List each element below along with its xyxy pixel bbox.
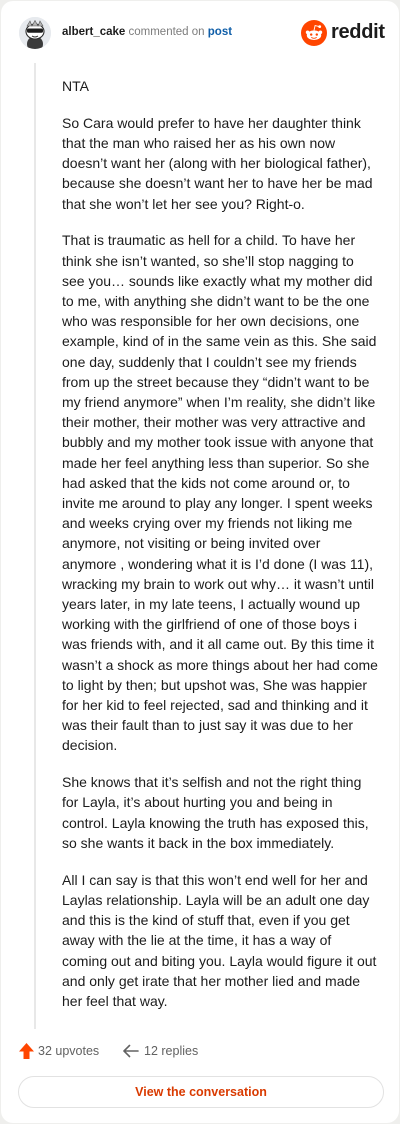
comment-card: albert_cake commented on post reddit NTA… (1, 1, 399, 1123)
replies-button[interactable]: 12 replies (122, 1041, 232, 1063)
view-conversation-button[interactable]: View the conversation (18, 1076, 384, 1108)
comment-body: NTA So Cara would prefer to have her dau… (62, 76, 378, 1028)
upvote-arrow-icon (19, 1043, 34, 1059)
comment-paragraph: All I can say is that this won’t end wel… (62, 871, 377, 1009)
upvote-button[interactable]: 32 upvotes (18, 1041, 118, 1063)
comment-paragraph: That is traumatic as hell for a child. T… (62, 232, 378, 754)
snoo-avatar-icon (19, 17, 51, 49)
username-link[interactable]: albert_cake (62, 26, 125, 38)
reply-count: 12 replies (144, 1044, 199, 1058)
reply-arrow-icon (123, 1044, 139, 1058)
comment-paragraph: She knows that it’s selfish and not the … (62, 774, 369, 851)
avatar[interactable] (19, 17, 51, 49)
reddit-brand[interactable]: reddit (301, 18, 385, 48)
comment-paragraph: NTA (62, 78, 89, 94)
comment-header: albert_cake commented on post reddit (19, 17, 385, 53)
post-link[interactable]: post (208, 26, 232, 38)
brand-name: reddit (331, 21, 385, 43)
action-text: commented on (125, 26, 208, 38)
comment-footer: 32 upvotes 12 replies (18, 1041, 384, 1063)
comment-meta: albert_cake commented on post (62, 26, 232, 38)
reddit-logo-icon (301, 20, 327, 46)
comment-paragraph: So Cara would prefer to have her daughte… (62, 114, 373, 212)
upvote-count: 32 upvotes (38, 1044, 100, 1058)
thread-line (34, 63, 36, 1029)
